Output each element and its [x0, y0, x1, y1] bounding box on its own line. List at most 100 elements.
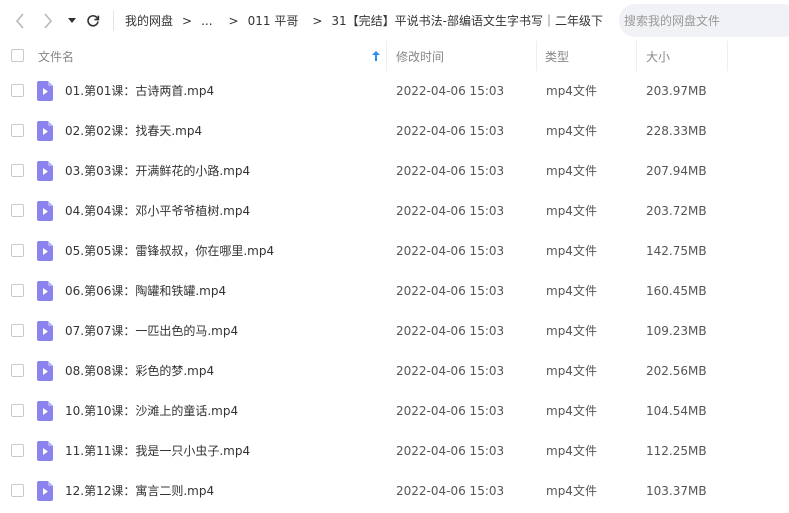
refresh-button[interactable] [83, 0, 103, 41]
file-size: 104.54MB [646, 404, 707, 418]
column-header-modified[interactable]: 修改时间 [396, 41, 536, 71]
file-modified-time: 2022-04-06 15:03 [396, 124, 505, 138]
file-row[interactable]: 05.第05课：雷锋叔叔，你在哪里.mp4 2022-04-06 15:03 mp4… [0, 231, 789, 271]
video-file-icon [37, 81, 53, 101]
file-name: 10.第10课：沙滩上的童话.mp4 [65, 404, 239, 418]
sort-ascending-icon [372, 51, 380, 61]
file-type: mp4文件 [546, 364, 597, 378]
column-divider[interactable] [636, 41, 637, 71]
column-header-modified-label: 修改时间 [396, 49, 445, 64]
breadcrumb-item-folder[interactable]: 011 平哥 [248, 12, 299, 29]
file-size: 160.45MB [646, 284, 707, 298]
breadcrumb-separator: > [228, 13, 239, 28]
row-checkbox[interactable] [11, 444, 24, 457]
chevron-left-icon [15, 12, 24, 29]
column-header-name-label: 文件名 [38, 49, 75, 64]
breadcrumb-item-ellipsis[interactable]: ... [201, 14, 212, 28]
column-divider[interactable] [727, 41, 728, 71]
row-checkbox[interactable] [11, 364, 24, 377]
column-header-name[interactable]: 文件名 [38, 41, 386, 71]
file-row[interactable]: 03.第03课：开满鲜花的小路.mp4 2022-04-06 15:03 mp4文件… [0, 151, 789, 191]
video-file-icon [37, 201, 53, 221]
file-size: 109.23MB [646, 324, 707, 338]
breadcrumb: 我的网盘 > ... > 011 平哥 > 31【完结】平说书法-部编语文生字书… [125, 0, 615, 41]
file-type: mp4文件 [546, 204, 597, 218]
search-box[interactable] [619, 4, 789, 37]
column-header-type[interactable]: 类型 [545, 41, 635, 71]
file-size: 103.37MB [646, 484, 707, 498]
file-name: 04.第04课：邓小平爷爷植树.mp4 [65, 204, 251, 218]
file-name: 08.第08课：彩色的梦.mp4 [65, 364, 215, 378]
file-modified-time: 2022-04-06 15:03 [396, 444, 505, 458]
search-input[interactable] [624, 13, 784, 28]
row-checkbox[interactable] [11, 284, 24, 297]
back-button[interactable] [10, 0, 30, 41]
breadcrumb-separator: > [182, 13, 193, 28]
breadcrumb-separator: > [312, 13, 323, 28]
row-checkbox[interactable] [11, 484, 24, 497]
file-name: 12.第12课：寓言二则.mp4 [65, 484, 215, 498]
file-modified-time: 2022-04-06 15:03 [396, 364, 505, 378]
breadcrumb-item-current[interactable]: 31【完结】平说书法-部编语文生字书写｜二年级下 [331, 12, 603, 29]
file-size: 228.33MB [646, 124, 707, 138]
file-row[interactable]: 01.第01课：古诗两首.mp4 2022-04-06 15:03 mp4文件 203… [0, 71, 789, 111]
row-checkbox[interactable] [11, 204, 24, 217]
row-checkbox[interactable] [11, 84, 24, 97]
column-divider[interactable] [386, 41, 387, 71]
select-all-checkbox[interactable] [11, 49, 24, 62]
video-file-icon [37, 481, 53, 501]
video-file-icon [37, 121, 53, 141]
file-row[interactable]: 08.第08课：彩色的梦.mp4 2022-04-06 15:03 mp4文件 202… [0, 351, 789, 391]
toolbar-divider [113, 10, 114, 31]
file-modified-time: 2022-04-06 15:03 [396, 204, 505, 218]
file-name: 03.第03课：开满鲜花的小路.mp4 [65, 164, 251, 178]
file-type: mp4文件 [546, 484, 597, 498]
file-name: 05.第05课：雷锋叔叔，你在哪里.mp4 [65, 244, 275, 258]
file-size: 203.72MB [646, 204, 707, 218]
file-type: mp4文件 [546, 244, 597, 258]
video-file-icon [37, 401, 53, 421]
video-file-icon [37, 161, 53, 181]
file-type: mp4文件 [546, 84, 597, 98]
toolbar: 我的网盘 > ... > 011 平哥 > 31【完结】平说书法-部编语文生字书… [0, 0, 789, 41]
file-row[interactable]: 06.第06课：陶罐和铁罐.mp4 2022-04-06 15:03 mp4文件 16… [0, 271, 789, 311]
file-modified-time: 2022-04-06 15:03 [396, 244, 505, 258]
column-header-size-label: 大小 [646, 49, 671, 64]
file-name: 06.第06课：陶罐和铁罐.mp4 [65, 284, 227, 298]
file-modified-time: 2022-04-06 15:03 [396, 284, 505, 298]
file-modified-time: 2022-04-06 15:03 [396, 484, 505, 498]
row-checkbox[interactable] [11, 324, 24, 337]
file-name: 01.第01课：古诗两首.mp4 [65, 84, 215, 98]
file-row[interactable]: 04.第04课：邓小平爷爷植树.mp4 2022-04-06 15:03 mp4文件… [0, 191, 789, 231]
chevron-right-icon [44, 12, 53, 29]
video-file-icon [37, 321, 53, 341]
file-row[interactable]: 07.第07课：一匹出色的马.mp4 2022-04-06 15:03 mp4文件 1… [0, 311, 789, 351]
file-name: 02.第02课：找春天.mp4 [65, 124, 203, 138]
row-checkbox[interactable] [11, 124, 24, 137]
file-row[interactable]: 02.第02课：找春天.mp4 2022-04-06 15:03 mp4文件 228.… [0, 111, 789, 151]
file-size: 142.75MB [646, 244, 707, 258]
video-file-icon [37, 281, 53, 301]
file-list-header: 文件名 修改时间 类型 大小 [0, 41, 789, 71]
row-checkbox[interactable] [11, 244, 24, 257]
column-divider[interactable] [536, 41, 537, 71]
file-row[interactable]: 11.第11课：我是一只小虫子.mp4 2022-04-06 15:03 mp4文件… [0, 431, 789, 471]
refresh-icon [87, 14, 100, 27]
file-size: 203.97MB [646, 84, 707, 98]
file-type: mp4文件 [546, 324, 597, 338]
breadcrumb-overflow-arrow[interactable]: > [603, 14, 615, 28]
file-row[interactable]: 10.第10课：沙滩上的童话.mp4 2022-04-06 15:03 mp4文件 1… [0, 391, 789, 431]
forward-button[interactable] [38, 0, 58, 41]
file-modified-time: 2022-04-06 15:03 [396, 164, 505, 178]
row-checkbox[interactable] [11, 164, 24, 177]
file-row[interactable]: 12.第12课：寓言二则.mp4 2022-04-06 15:03 mp4文件 103… [0, 471, 789, 511]
video-file-icon [37, 241, 53, 261]
column-header-type-label: 类型 [545, 49, 570, 64]
file-modified-time: 2022-04-06 15:03 [396, 404, 505, 418]
column-header-size[interactable]: 大小 [646, 41, 726, 71]
file-size: 112.25MB [646, 444, 707, 458]
video-file-icon [37, 361, 53, 381]
breadcrumb-item-root[interactable]: 我的网盘 [125, 12, 173, 29]
row-checkbox[interactable] [11, 404, 24, 417]
history-dropdown-button[interactable] [64, 0, 80, 41]
